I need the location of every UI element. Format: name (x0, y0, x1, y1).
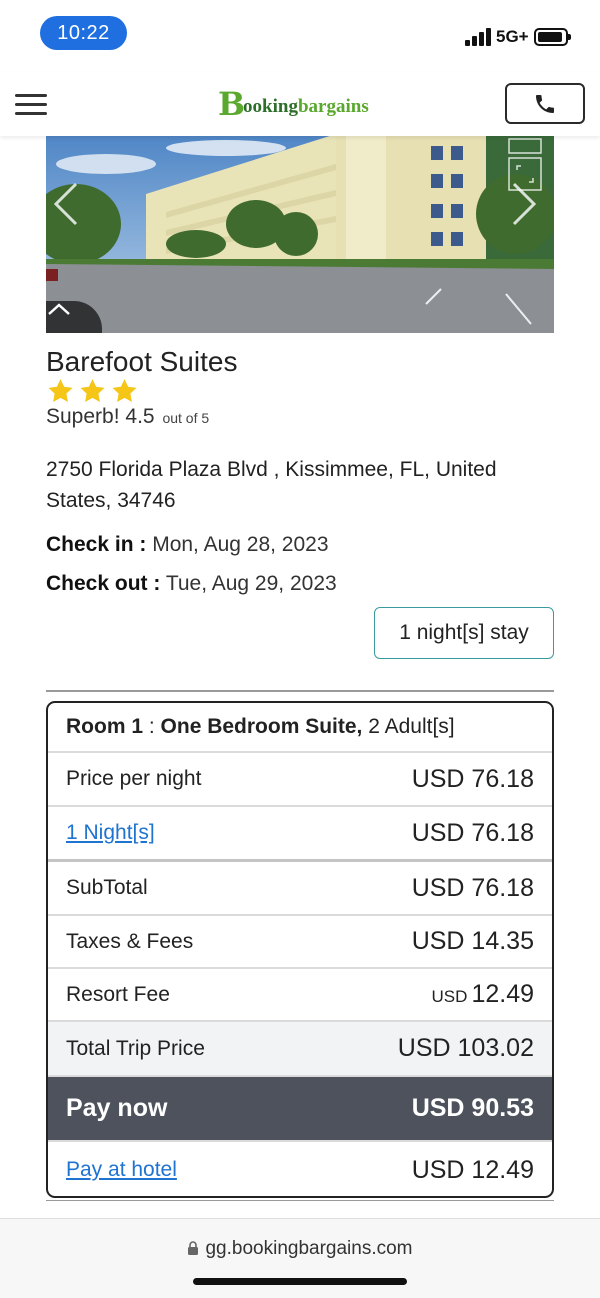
battery-icon (534, 28, 571, 46)
hotel-name: Barefoot Suites (46, 346, 238, 377)
hotel-photo[interactable] (46, 134, 554, 333)
check-in-row: Check in : Mon, Aug 28, 2023 (46, 533, 329, 557)
signal-icon (465, 28, 493, 46)
logo-initial: B (218, 85, 246, 123)
status-bar: 10:22 5G+ (0, 0, 600, 70)
browser-url-bar[interactable]: gg.bookingbargains.com (0, 1218, 600, 1298)
logo-wordmark: ookingbargains (243, 96, 369, 118)
section-divider (46, 690, 554, 692)
lock-icon (188, 1241, 199, 1255)
url-text: gg.bookingbargains.com (205, 1238, 413, 1259)
price-per-night-row: Price per night USD 76.18 (48, 753, 552, 807)
row-value: USD 76.18 (411, 764, 534, 793)
home-indicator[interactable] (193, 1278, 407, 1285)
hotel-photo-graphic (46, 134, 554, 333)
nights-stay-button[interactable]: 1 night[s] stay (374, 607, 554, 659)
status-time: 10:22 (40, 16, 127, 50)
star-icon (112, 379, 137, 402)
star-icon (48, 379, 73, 402)
price-summary: Room 1 : One Bedroom Suite, 2 Adult[s] P… (46, 701, 554, 1198)
row-value: USD 12.49 (411, 1155, 534, 1184)
site-logo[interactable]: B ookingbargains (218, 86, 369, 120)
star-rating (46, 377, 139, 405)
room-guests: 2 Adult[s] (362, 715, 455, 738)
room-separator: : (143, 715, 161, 738)
review-score-label: Superb! 4.5 (46, 405, 155, 428)
pay-now-label: Pay now (66, 1094, 168, 1122)
resort-fee-amount: 12.49 (471, 980, 534, 1008)
room-prefix: Room 1 (66, 715, 144, 738)
check-out-label: Check out : (46, 572, 161, 595)
row-value: USD 14.35 (411, 927, 534, 955)
room-type: One Bedroom Suite, (160, 715, 363, 738)
star-icon (80, 379, 105, 402)
app-header: B ookingbargains (0, 72, 600, 136)
total-trip-price-row: Total Trip Price USD 103.02 (48, 1022, 552, 1077)
url-display[interactable]: gg.bookingbargains.com (0, 1238, 600, 1260)
room-header: Room 1 : One Bedroom Suite, 2 Adult[s] (48, 703, 552, 753)
pay-at-hotel-link[interactable]: Pay at hotel (66, 1158, 177, 1182)
row-label: Taxes & Fees (66, 929, 194, 953)
check-out-row: Check out : Tue, Aug 29, 2023 (46, 572, 337, 596)
phone-icon (536, 94, 554, 113)
chevron-left-icon (53, 182, 78, 226)
logo-part-2: bargains (297, 96, 369, 117)
section-divider (46, 1200, 554, 1201)
room-description: Room 1 : One Bedroom Suite, 2 Adult[s] (66, 715, 455, 739)
resort-fee-currency: USD (431, 987, 468, 1006)
hotel-address: 2750 Florida Plaza Blvd , Kissimmee, FL,… (46, 458, 497, 512)
row-label: Total Trip Price (66, 1036, 205, 1060)
pay-now-value: USD 90.53 (411, 1094, 534, 1122)
prev-photo-button[interactable] (46, 174, 86, 234)
network-label: 5G+ (496, 27, 529, 46)
row-label: Price per night (66, 767, 202, 790)
expand-icon (508, 138, 542, 191)
subtotal-row: SubTotal USD 76.18 (48, 862, 552, 916)
logo-part-1: ooking (243, 96, 298, 117)
call-button[interactable] (505, 83, 585, 124)
row-value: USD 103.02 (397, 1034, 534, 1062)
row-label: Resort Fee (66, 982, 170, 1006)
hamburger-icon[interactable] (15, 94, 47, 116)
row-value: USD 76.18 (411, 873, 534, 902)
gallery-expand-button[interactable] (508, 138, 542, 194)
review-score-suffix: out of 5 (162, 410, 210, 426)
row-value: USD 12.49 (432, 980, 534, 1009)
pay-now-row: Pay now USD 90.53 (48, 1077, 552, 1142)
check-out-date: Tue, Aug 29, 2023 (165, 572, 337, 595)
nights-link[interactable]: 1 Night[s] (66, 821, 155, 845)
resort-fee-row: Resort Fee USD 12.49 (48, 969, 552, 1022)
taxes-fees-row: Taxes & Fees USD 14.35 (48, 916, 552, 969)
row-label: SubTotal (66, 876, 148, 899)
check-in-label: Check in : (46, 533, 147, 556)
pay-at-hotel-row: Pay at hotel USD 12.49 (48, 1142, 552, 1196)
row-value: USD 76.18 (411, 818, 534, 847)
review-score: Superb! 4.5 out of 5 (46, 405, 209, 429)
nights-row: 1 Night[s] USD 76.18 (48, 807, 552, 862)
check-in-date: Mon, Aug 28, 2023 (152, 533, 329, 556)
chevron-up-icon (48, 303, 70, 315)
